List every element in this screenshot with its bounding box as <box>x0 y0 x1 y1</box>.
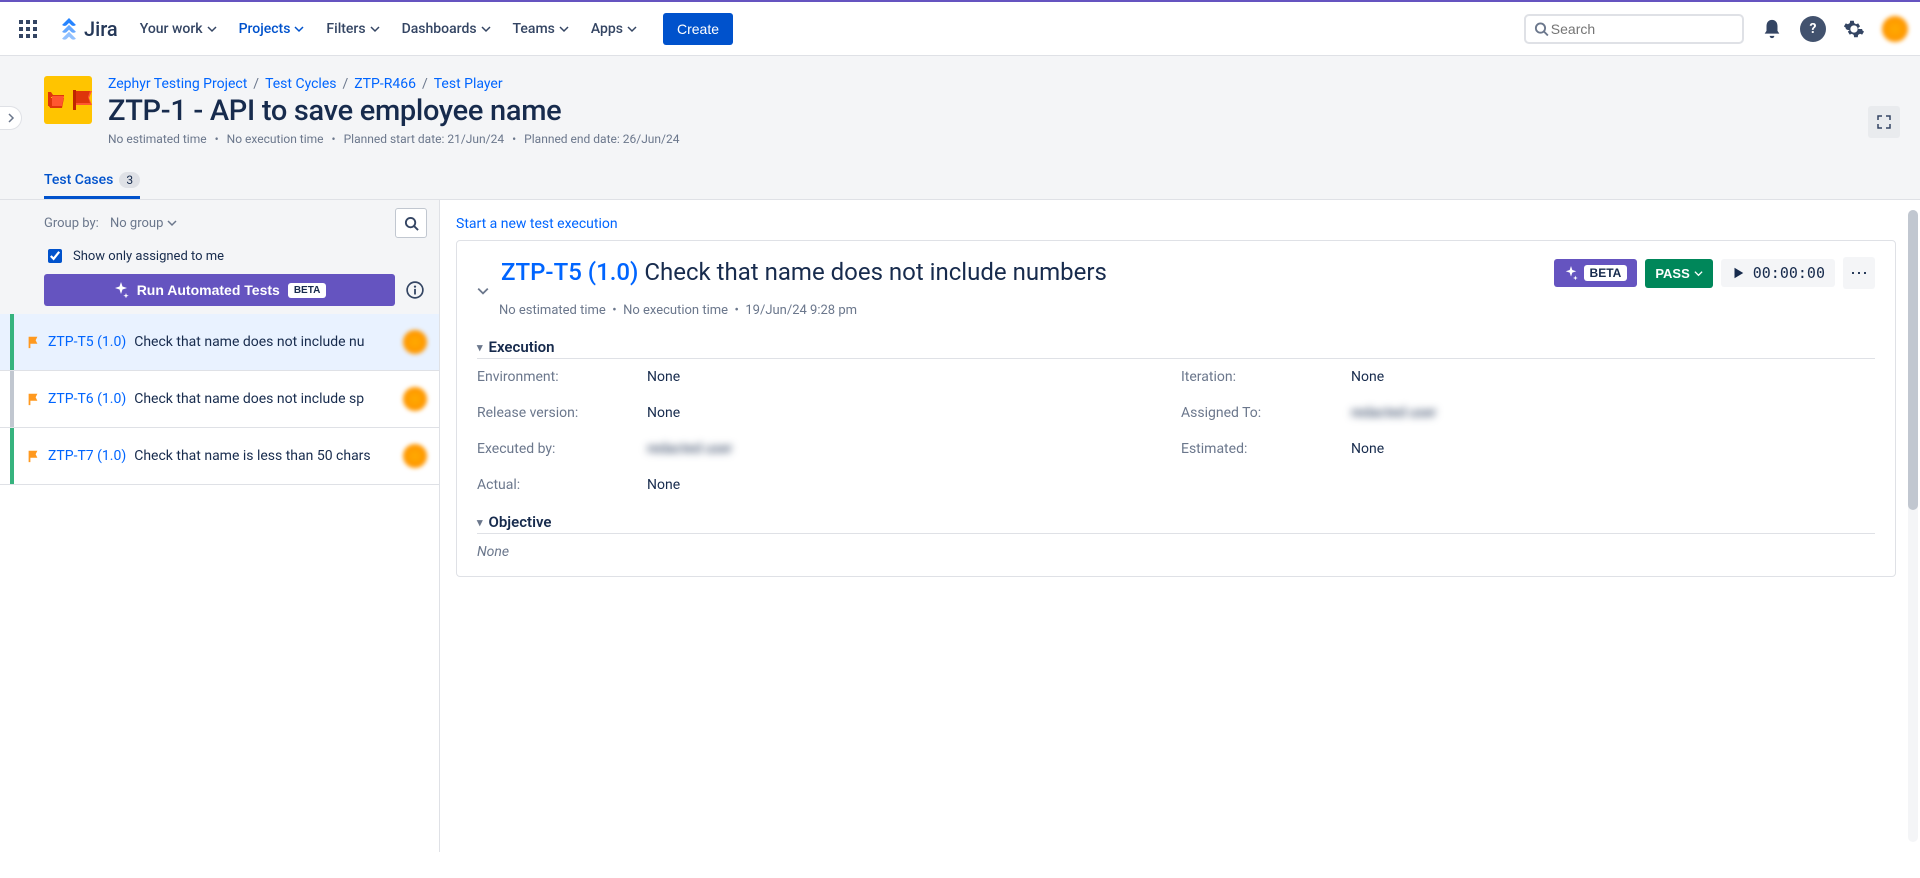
test-case-key: ZTP-T5 (1.0) <box>48 334 126 350</box>
page-header: Zephyr Testing Project/ Test Cycles/ ZTP… <box>0 56 1920 200</box>
jira-logo-text: Jira <box>84 17 118 41</box>
actual-label: Actual: <box>477 477 637 493</box>
jira-logo[interactable]: Jira <box>50 17 126 41</box>
assignee-avatar <box>403 330 427 354</box>
release-value: None <box>647 405 1171 421</box>
chevron-down-icon <box>167 218 177 228</box>
notifications-icon[interactable] <box>1756 13 1788 45</box>
beta-badge: BETA <box>288 283 326 298</box>
test-case-name: Check that name does not include nu <box>134 334 395 350</box>
timer[interactable]: 00:00:00 <box>1721 259 1835 287</box>
flag-icon <box>26 449 40 463</box>
flag-icon <box>26 392 40 406</box>
environment-label: Environment: <box>477 369 637 385</box>
iteration-label: Iteration: <box>1181 369 1341 385</box>
show-assigned-label: Show only assigned to me <box>73 249 224 264</box>
test-case-item[interactable]: ZTP-T7 (1.0) Check that name is less tha… <box>0 428 439 485</box>
more-actions-button[interactable]: ⋯ <box>1843 257 1875 289</box>
environment-value: None <box>647 369 1171 385</box>
assigned-value: redacted user <box>1351 405 1875 421</box>
info-icon[interactable] <box>403 278 427 302</box>
create-button[interactable]: Create <box>663 13 733 45</box>
estimated-value: None <box>1351 441 1875 457</box>
test-name: Check that name does not include numbers <box>644 258 1106 286</box>
nav-filters[interactable]: Filters <box>318 15 387 43</box>
scrollbar-thumb[interactable] <box>1908 210 1918 510</box>
show-assigned-checkbox[interactable] <box>48 249 62 263</box>
assignee-avatar <box>403 387 427 411</box>
nav-dashboards[interactable]: Dashboards <box>394 15 499 43</box>
nav-apps[interactable]: Apps <box>583 15 645 43</box>
test-case-item[interactable]: ZTP-T6 (1.0) Check that name does not in… <box>0 371 439 428</box>
actual-value: None <box>647 477 1171 493</box>
objective-section-header[interactable]: Objective <box>477 513 1875 534</box>
status-bar <box>10 314 14 370</box>
tab-test-cases[interactable]: Test Cases 3 <box>44 164 140 199</box>
ai-beta-button[interactable]: BETA <box>1554 259 1638 287</box>
executed-label: Executed by: <box>477 441 637 457</box>
execution-fields: Environment: None Iteration: None Releas… <box>477 369 1875 493</box>
breadcrumb-project[interactable]: Zephyr Testing Project <box>108 76 247 92</box>
collapse-toggle[interactable] <box>477 257 489 297</box>
test-case-item[interactable]: ZTP-T5 (1.0) Check that name does not in… <box>0 314 439 371</box>
chevron-down-icon <box>1694 269 1703 278</box>
status-dropdown[interactable]: PASS <box>1645 259 1712 288</box>
search-icon <box>1534 21 1549 37</box>
fullscreen-button[interactable] <box>1868 106 1900 138</box>
page-title: ZTP-1 - API to save employee name <box>108 94 1890 128</box>
estimated-label: Estimated: <box>1181 441 1341 457</box>
test-key[interactable]: ZTP-T5 (1.0) <box>501 258 638 286</box>
app-switcher-icon[interactable] <box>12 13 44 45</box>
test-cases-count-badge: 3 <box>119 172 140 188</box>
assignee-avatar <box>403 444 427 468</box>
breadcrumb-cycles[interactable]: Test Cycles <box>265 76 336 92</box>
test-title: ZTP-T5 (1.0) Check that name does not in… <box>501 257 1542 288</box>
status-bar <box>10 428 14 484</box>
test-case-list: ZTP-T5 (1.0) Check that name does not in… <box>0 314 439 852</box>
play-icon <box>1731 266 1745 280</box>
nav-your-work[interactable]: Your work <box>132 15 225 43</box>
search-input[interactable] <box>1524 14 1744 44</box>
breadcrumb-player[interactable]: Test Player <box>434 76 503 92</box>
test-case-key: ZTP-T6 (1.0) <box>48 391 126 407</box>
executed-value: redacted user <box>647 441 1171 457</box>
status-bar <box>10 371 14 427</box>
assigned-label: Assigned To: <box>1181 405 1341 421</box>
top-nav: Jira Your work Projects Filters Dashboar… <box>0 0 1920 56</box>
test-meta: No estimated time • No execution time • … <box>499 303 1875 318</box>
project-icon <box>44 76 92 124</box>
objective-value: None <box>477 544 1875 560</box>
group-by-dropdown[interactable]: Group by: No group <box>44 216 177 231</box>
breadcrumb-cycle-key[interactable]: ZTP-R466 <box>354 76 416 92</box>
test-case-key: ZTP-T7 (1.0) <box>48 448 126 464</box>
run-automated-tests-button[interactable]: Run Automated Tests BETA <box>44 274 395 306</box>
profile-avatar[interactable] <box>1882 16 1908 42</box>
settings-icon[interactable] <box>1838 13 1870 45</box>
help-icon[interactable]: ? <box>1800 16 1826 42</box>
execution-section-header[interactable]: Execution <box>477 338 1875 359</box>
test-case-name: Check that name does not include sp <box>134 391 395 407</box>
iteration-value: None <box>1351 369 1875 385</box>
page-meta: No estimated time No execution time Plan… <box>108 132 1890 146</box>
test-cases-pane: Group by: No group Show only assigned to… <box>0 200 440 852</box>
start-execution-link[interactable]: Start a new test execution <box>456 212 618 240</box>
sparkle-icon <box>113 282 129 298</box>
release-label: Release version: <box>477 405 637 421</box>
test-detail-pane: Start a new test execution ZTP-T5 (1.0) … <box>440 200 1920 852</box>
filter-search-button[interactable] <box>395 208 427 238</box>
test-case-name: Check that name is less than 50 chars <box>134 448 395 464</box>
breadcrumb: Zephyr Testing Project/ Test Cycles/ ZTP… <box>108 76 1890 92</box>
nav-teams[interactable]: Teams <box>505 15 577 43</box>
search-icon <box>404 216 419 231</box>
sparkle-icon <box>1564 266 1578 280</box>
nav-projects[interactable]: Projects <box>231 15 313 43</box>
flag-icon <box>26 335 40 349</box>
